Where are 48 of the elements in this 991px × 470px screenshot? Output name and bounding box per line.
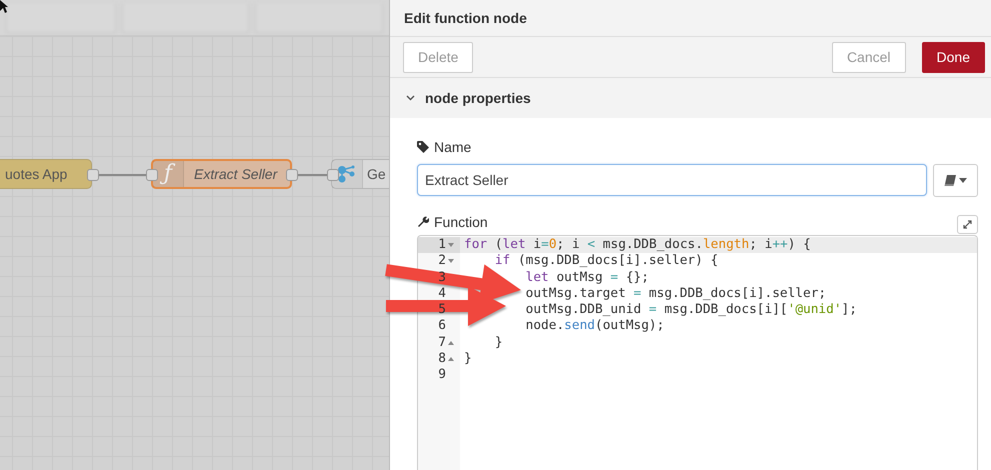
line-number: 8 xyxy=(438,351,446,368)
code-editor[interactable] xyxy=(417,235,978,470)
flow-node[interactable]: Ge xyxy=(331,159,389,189)
line-number: 7 xyxy=(438,334,446,352)
wrench-icon xyxy=(417,216,429,228)
action-button[interactable]: Cancel xyxy=(832,42,906,72)
name-input[interactable]: Extract Seller xyxy=(417,164,927,196)
line-number: 9 xyxy=(438,367,446,384)
library-button[interactable] xyxy=(933,164,978,197)
node-port[interactable] xyxy=(146,169,158,181)
caret-icon xyxy=(959,178,967,183)
fold-icon[interactable] xyxy=(448,340,454,345)
nodes-icon xyxy=(337,165,357,183)
section-title: node properties xyxy=(425,90,531,106)
line-number: 4 xyxy=(438,286,446,302)
action-button[interactable]: Delete xyxy=(403,42,474,72)
code-line: outMsg.target = msg.DDB_docs[i].seller; xyxy=(524,286,826,302)
connector-wire xyxy=(98,174,146,176)
connector-wire xyxy=(297,174,327,176)
field-label: Name xyxy=(434,139,472,155)
flow-node[interactable]: ƒ Extract Seller xyxy=(151,159,292,189)
fold-icon[interactable] xyxy=(448,243,454,248)
line-number: 3 xyxy=(438,270,446,286)
code-line: } xyxy=(463,351,472,368)
code-line: outMsg.DDB_unid = msg.DDB_docs[i]['@unid']; xyxy=(524,302,857,318)
expand-button[interactable] xyxy=(957,214,978,234)
code-line: let outMsg = {}; xyxy=(524,270,649,286)
line-number: 1 xyxy=(438,237,446,254)
book-icon xyxy=(944,175,956,186)
fold-icon[interactable] xyxy=(448,357,454,362)
code-line: for (let i=0; i < msg.DDB_docs.length; i++) { xyxy=(463,237,811,254)
node-port[interactable] xyxy=(87,169,99,181)
line-number: 6 xyxy=(438,318,446,335)
done-button[interactable]: Done xyxy=(922,42,985,72)
expand-icon xyxy=(963,220,972,228)
tag-icon xyxy=(417,141,429,153)
fold-icon[interactable] xyxy=(448,259,454,264)
line-number: 2 xyxy=(438,253,446,270)
code-line: node.send(outMsg); xyxy=(524,318,664,335)
panel-title: Edit function node xyxy=(390,0,991,37)
field-label: Function xyxy=(434,214,488,230)
flow-node[interactable]: uotes App xyxy=(0,159,92,189)
cursor-icon xyxy=(0,0,8,13)
section-header[interactable]: node properties xyxy=(390,78,991,118)
code-line: if (msg.DDB_docs[i].seller) { xyxy=(494,253,718,270)
node-port[interactable] xyxy=(286,169,298,181)
node-port[interactable] xyxy=(327,169,339,181)
code-line: } xyxy=(494,334,503,352)
